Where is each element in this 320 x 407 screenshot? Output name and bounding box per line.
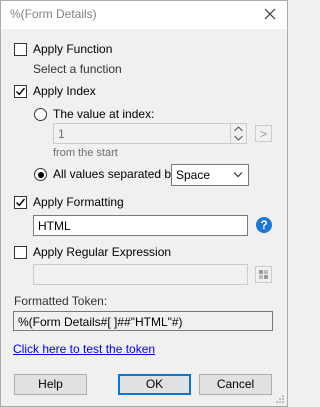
window-title: %(Form Details) <box>10 7 97 21</box>
ok-button[interactable]: OK <box>118 374 191 395</box>
regex-input[interactable] <box>33 264 248 285</box>
cancel-button-label: Cancel <box>216 377 255 391</box>
formatted-token-label: Formatted Token: <box>14 294 108 308</box>
separator-value: Space <box>176 168 211 182</box>
apply-function-label: Apply Function <box>33 42 113 56</box>
formatted-token-value: %(Form Details#[ ]##"HTML"#) <box>18 315 183 329</box>
apply-index-label: Apply Index <box>33 84 96 98</box>
apply-index-checkbox[interactable] <box>14 85 27 98</box>
close-icon[interactable] <box>263 7 277 21</box>
apply-regex-label: Apply Regular Expression <box>33 245 172 259</box>
value-at-index-label: The value at index: <box>53 107 155 121</box>
from-start-label: from the start <box>53 147 118 159</box>
formatted-token-field[interactable]: %(Form Details#[ ]##"HTML"#) <box>13 311 273 331</box>
help-button[interactable]: Help <box>14 374 87 395</box>
spin-up-icon[interactable] <box>234 126 243 132</box>
apply-formatting-checkbox[interactable] <box>14 196 27 209</box>
separator-select[interactable]: Space <box>171 164 249 186</box>
help-button-label: Help <box>38 377 63 391</box>
help-glyph: ? <box>260 218 268 232</box>
regex-builder-button[interactable] <box>255 266 272 283</box>
index-spinner[interactable] <box>230 123 246 144</box>
apply-function-checkbox[interactable] <box>14 43 27 56</box>
apply-formatting-label: Apply Formatting <box>33 195 124 209</box>
value-at-index-radio[interactable] <box>34 108 47 121</box>
more-glyph: > <box>260 127 268 141</box>
regex-tool-icon <box>259 270 268 279</box>
resize-grip-icon[interactable] <box>275 394 285 404</box>
ok-button-label: OK <box>145 377 164 391</box>
title-bar: %(Form Details) <box>1 1 287 29</box>
spin-down-icon[interactable] <box>234 135 243 141</box>
checkmark-icon <box>16 198 26 207</box>
formatting-value: HTML <box>38 219 71 233</box>
index-more-button[interactable]: > <box>255 125 272 142</box>
checkmark-icon <box>16 87 26 96</box>
select-function-hint: Select a function <box>33 62 122 76</box>
all-values-label: All values separated by: <box>53 167 181 181</box>
index-value-text: 1 <box>58 127 65 141</box>
index-value-input[interactable]: 1 <box>53 123 247 144</box>
test-token-link[interactable]: Click here to test the token <box>13 342 155 356</box>
all-values-radio[interactable] <box>34 168 47 181</box>
form-details-dialog: %(Form Details) Apply Function Select a … <box>0 0 288 407</box>
help-circle-icon[interactable]: ? <box>256 217 272 233</box>
chevron-down-icon <box>233 172 243 178</box>
formatting-input[interactable]: HTML <box>33 215 248 236</box>
cancel-button[interactable]: Cancel <box>199 374 272 395</box>
apply-regex-checkbox[interactable] <box>14 246 27 259</box>
